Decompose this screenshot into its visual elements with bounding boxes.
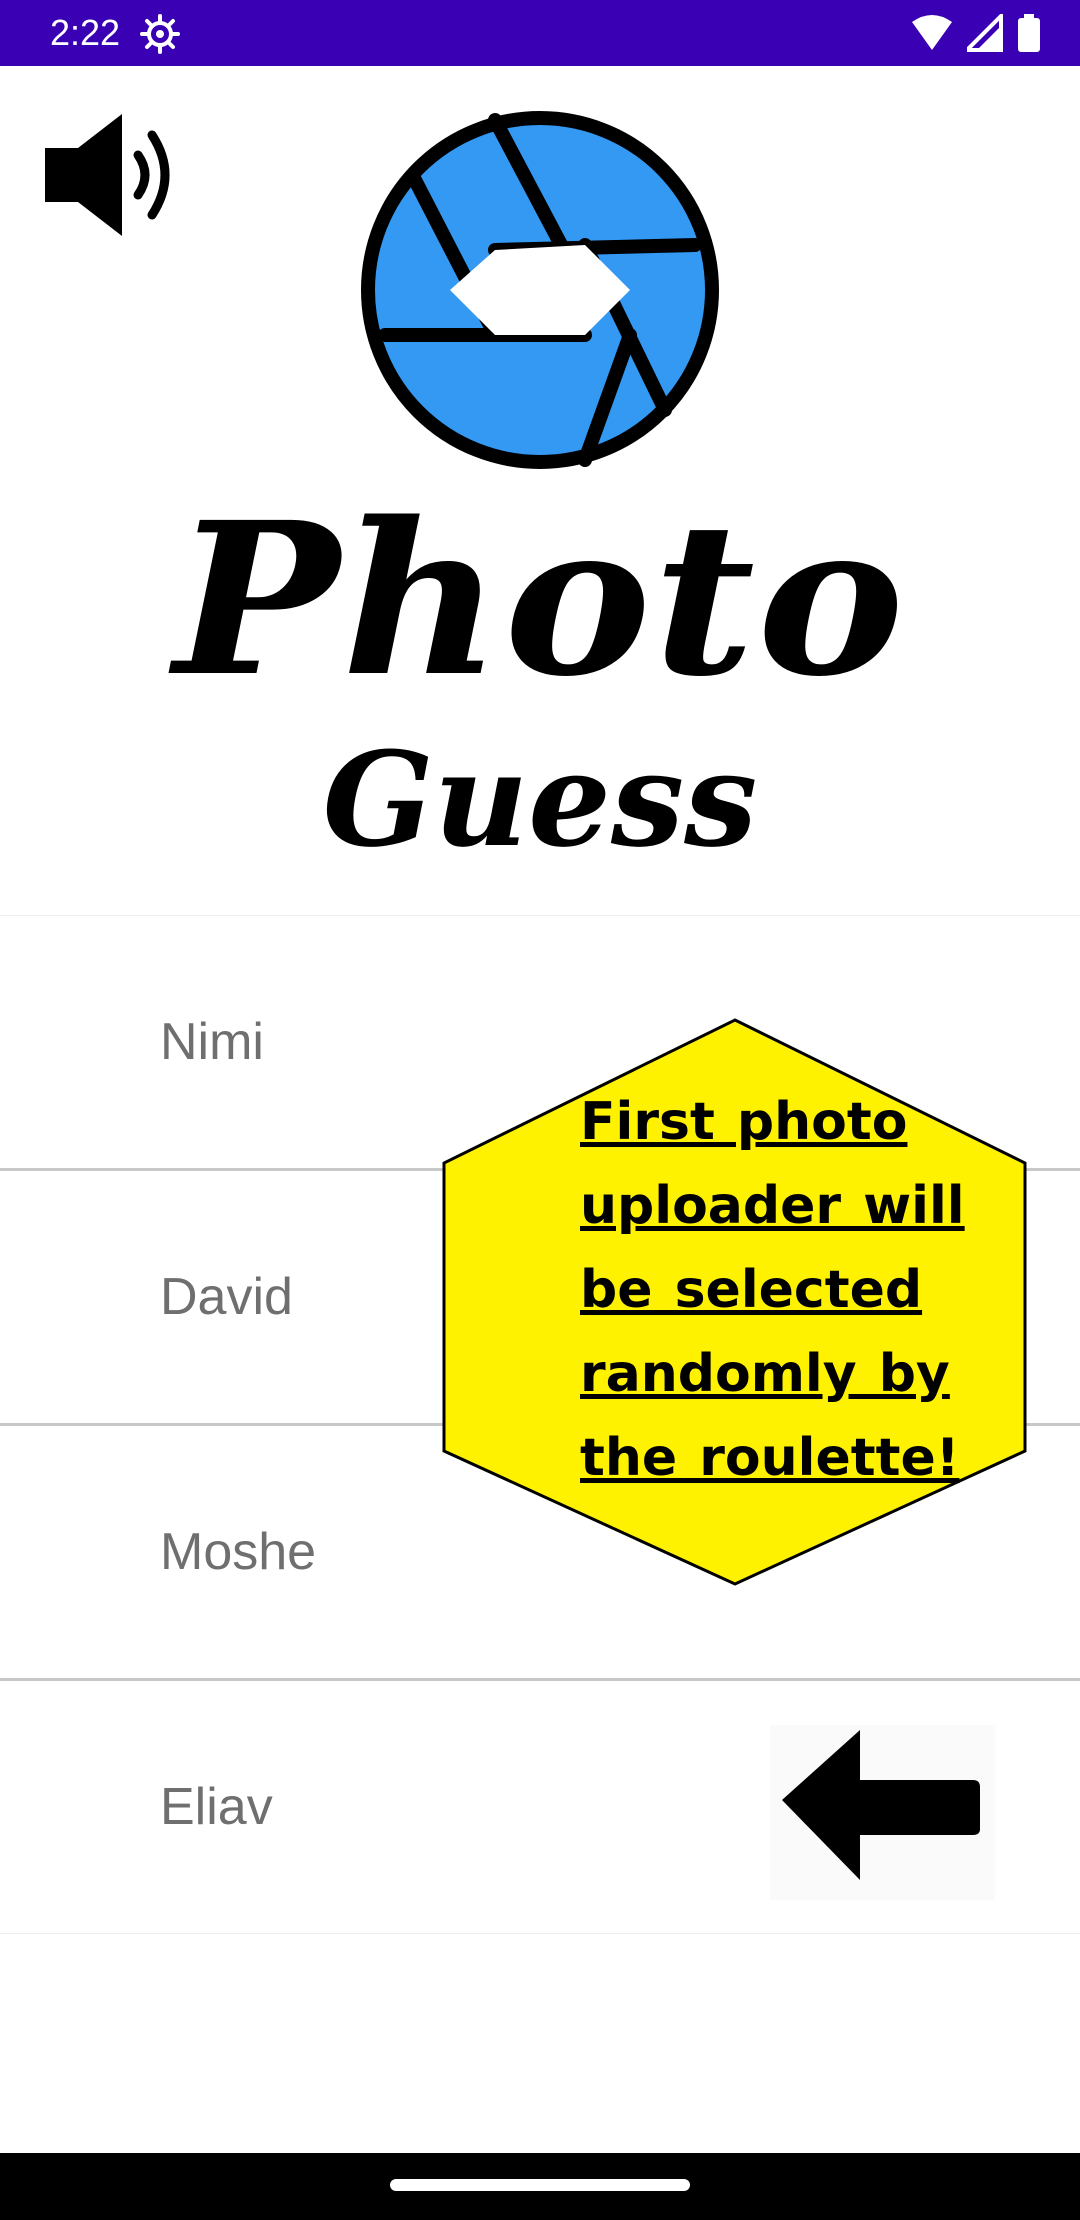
player-name: Nimi xyxy=(160,1013,264,1071)
camera-aperture-icon xyxy=(361,111,719,469)
player-name: Moshe xyxy=(160,1523,317,1581)
logo-subtitle: Guess xyxy=(322,723,758,876)
logo-title: Photo xyxy=(173,476,907,723)
player-name: David xyxy=(160,1268,293,1326)
notice-text: First photo uploader will be selected ra… xyxy=(580,1092,965,1488)
status-bar: 2:22 xyxy=(0,0,1080,66)
volume-on-icon[interactable] xyxy=(40,110,180,240)
status-time: 2:22 xyxy=(50,12,121,53)
navigation-bar xyxy=(0,2153,1080,2220)
wifi-icon xyxy=(911,15,952,50)
arrow-left-icon[interactable] xyxy=(770,1725,995,1900)
settings-gear-icon xyxy=(140,14,180,54)
signal-icon xyxy=(966,14,1003,52)
home-gesture-handle[interactable] xyxy=(390,2179,690,2191)
player-name: Eliav xyxy=(160,1778,273,1836)
status-icons xyxy=(902,14,1040,54)
battery-icon xyxy=(1018,14,1040,52)
